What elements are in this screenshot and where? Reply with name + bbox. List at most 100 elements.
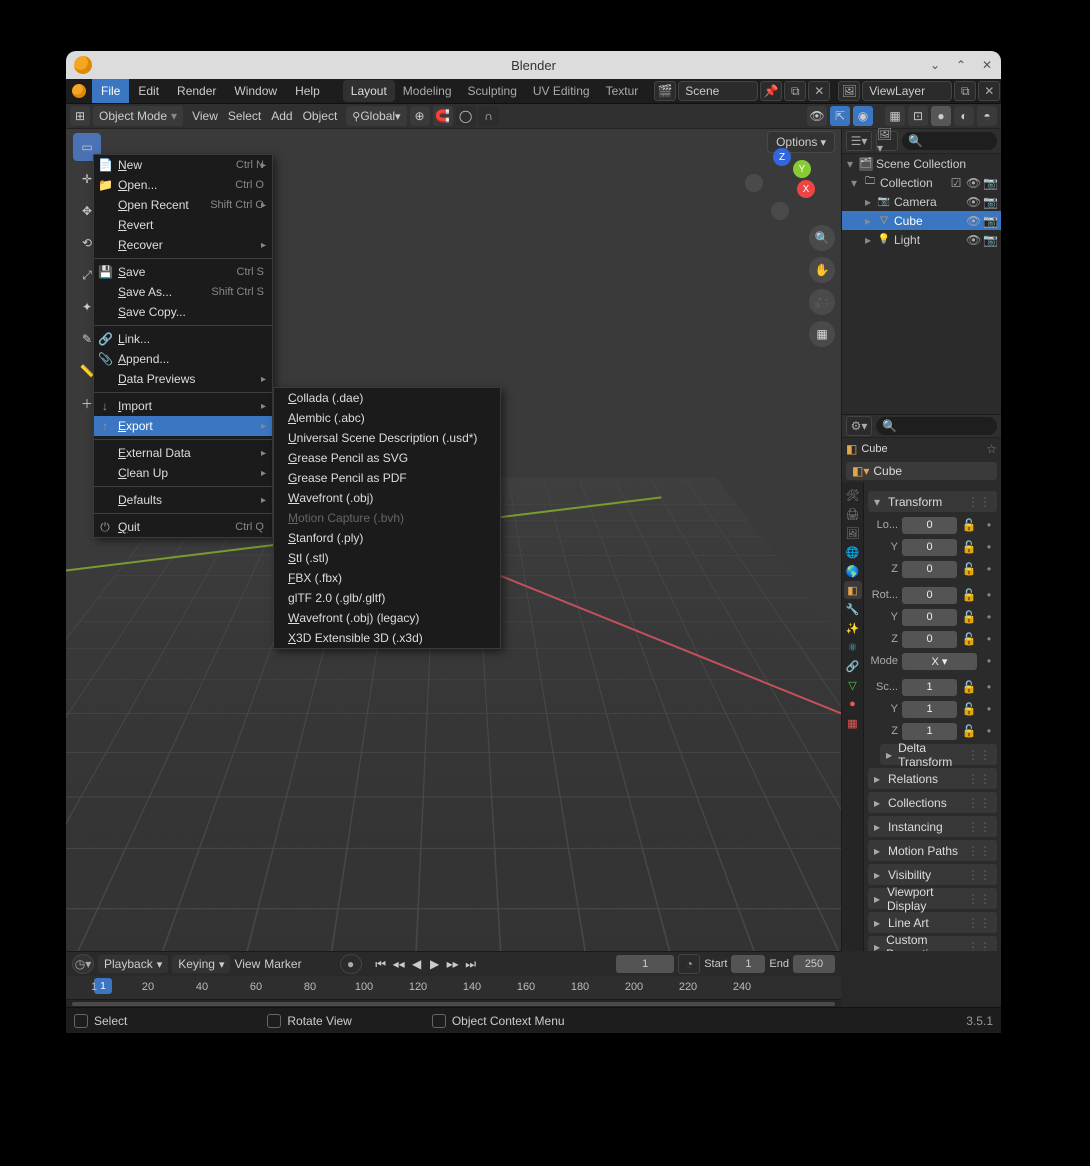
- panel-viewport-display[interactable]: ▸Viewport Display⋮⋮: [868, 888, 997, 909]
- panel-relations[interactable]: ▸Relations⋮⋮: [868, 768, 997, 789]
- current-frame[interactable]: 1: [616, 955, 674, 973]
- export-collada-dae-[interactable]: Collada (.dae): [274, 388, 500, 408]
- timeline-scrollbar[interactable]: [66, 999, 841, 1007]
- num-field[interactable]: 1: [902, 679, 957, 696]
- header-menu-object[interactable]: Object: [303, 109, 338, 123]
- properties-search[interactable]: 🔍: [876, 417, 997, 435]
- tab-textur[interactable]: Textur: [598, 80, 647, 102]
- pan-icon[interactable]: ✋: [809, 257, 835, 283]
- scene-name-field[interactable]: Scene: [678, 81, 758, 101]
- playback-menu[interactable]: Playback ▾: [98, 955, 168, 973]
- panel-delta-transform[interactable]: ▸Delta Transform⋮⋮: [880, 744, 997, 765]
- tab-modifiers[interactable]: 🔧: [844, 600, 862, 618]
- file-menu-clean-up[interactable]: Clean Up▸: [94, 463, 272, 483]
- panel-line-art[interactable]: ▸Line Art⋮⋮: [868, 912, 997, 933]
- file-menu-data-previews[interactable]: Data Previews▸: [94, 369, 272, 389]
- delete-scene-icon[interactable]: ✕: [808, 81, 830, 101]
- play-icon[interactable]: ▶: [426, 955, 444, 973]
- view-menu[interactable]: View: [234, 957, 260, 971]
- tab-world[interactable]: 🌎: [844, 562, 862, 580]
- export-fbx-fbx-[interactable]: FBX (.fbx): [274, 568, 500, 588]
- delete-viewlayer-icon[interactable]: ✕: [978, 81, 1000, 101]
- export-stl-stl-[interactable]: Stl (.stl): [274, 548, 500, 568]
- tab-data[interactable]: ▽: [844, 676, 862, 694]
- num-field[interactable]: 0: [902, 539, 957, 556]
- num-field[interactable]: 0: [902, 609, 957, 626]
- outliner-scene-collection[interactable]: ▾🗂 Scene Collection: [842, 154, 1001, 173]
- file-menu-import[interactable]: ↓Import▸: [94, 396, 272, 416]
- num-field[interactable]: 1: [902, 701, 957, 718]
- export-universal-scene-description-usd-[interactable]: Universal Scene Description (.usd*): [274, 428, 500, 448]
- timeline-track[interactable]: 1 120406080100120140160180200220240: [66, 976, 841, 999]
- panel-motion-paths[interactable]: ▸Motion Paths⋮⋮: [868, 840, 997, 861]
- tab-viewlayer[interactable]: 🖼: [844, 524, 862, 542]
- tab-scene[interactable]: 🌐: [844, 543, 862, 561]
- tab-particles[interactable]: ✨: [844, 619, 862, 637]
- mode-dropdown[interactable]: Object Mode ▾: [93, 106, 183, 126]
- file-menu-save-as-[interactable]: Save As...Shift Ctrl S: [94, 282, 272, 302]
- tab-render[interactable]: 🛠: [844, 486, 862, 504]
- file-menu-quit[interactable]: ⏻QuitCtrl Q: [94, 517, 272, 537]
- file-menu-save-copy-[interactable]: Save Copy...: [94, 302, 272, 322]
- overlay-icon[interactable]: ◉: [853, 106, 873, 126]
- export-stanford-ply-[interactable]: Stanford (.ply): [274, 528, 500, 548]
- proportional-icon[interactable]: ◯: [456, 106, 476, 126]
- export-wavefront-obj-legacy-[interactable]: Wavefront (.obj) (legacy): [274, 608, 500, 628]
- end-frame[interactable]: 250: [793, 955, 835, 973]
- rotation-mode[interactable]: X ▾: [902, 653, 977, 670]
- export-grease-pencil-as-pdf[interactable]: Grease Pencil as PDF: [274, 468, 500, 488]
- autokey-icon[interactable]: ●: [340, 954, 362, 974]
- export-x3d-extensible-3d-x3d-[interactable]: X3D Extensible 3D (.x3d): [274, 628, 500, 648]
- viewlayer-name-field[interactable]: ViewLayer: [862, 81, 952, 101]
- editor-type-icon[interactable]: ⊞: [70, 106, 90, 126]
- jump-end-icon[interactable]: ⏭: [462, 955, 480, 973]
- menu-render[interactable]: Render: [168, 79, 225, 103]
- keyframe-next-icon[interactable]: ▸▸: [444, 955, 462, 973]
- perspective-icon[interactable]: ▦: [809, 321, 835, 347]
- nav-gizmo[interactable]: Z Y X: [751, 154, 811, 214]
- file-menu-append-[interactable]: 📎Append...: [94, 349, 272, 369]
- minimize-icon[interactable]: ⌄: [927, 57, 943, 73]
- file-menu-recover[interactable]: Recover▸: [94, 235, 272, 255]
- export-gltf-2-0-glb-gltf-[interactable]: glTF 2.0 (.glb/.gltf): [274, 588, 500, 608]
- outliner-search[interactable]: 🔍: [902, 132, 997, 150]
- num-field[interactable]: 0: [902, 587, 957, 604]
- tab-texture[interactable]: ▦: [844, 714, 862, 732]
- xray-icon[interactable]: ▦: [885, 106, 905, 126]
- header-menu-view[interactable]: View: [192, 109, 218, 123]
- file-menu-export[interactable]: ↑Export▸: [94, 416, 272, 436]
- export-wavefront-obj-[interactable]: Wavefront (.obj): [274, 488, 500, 508]
- keying-menu[interactable]: Keying ▾: [172, 955, 230, 973]
- panel-custom-properties[interactable]: ▸Custom Properties⋮⋮: [868, 936, 997, 951]
- close-icon[interactable]: ✕: [979, 57, 995, 73]
- file-menu-revert[interactable]: Revert: [94, 215, 272, 235]
- num-field[interactable]: 0: [902, 517, 957, 534]
- panel-instancing[interactable]: ▸Instancing⋮⋮: [868, 816, 997, 837]
- scene-browse-icon[interactable]: 🎬: [654, 81, 676, 101]
- marker-menu[interactable]: Marker: [264, 957, 301, 971]
- 3d-viewport[interactable]: Options ▾ Z Y X 🔍 ✋ 🎥 ▦ 📄NewCtrl N▸📁Open…: [66, 129, 841, 951]
- outliner-item-cube[interactable]: ▸▽ Cube👁📷: [842, 211, 1001, 230]
- export-alembic-abc-[interactable]: Alembic (.abc): [274, 408, 500, 428]
- preview-range-icon[interactable]: ◔: [678, 954, 700, 974]
- tab-material[interactable]: ●: [844, 695, 862, 713]
- tab-output[interactable]: 🖨: [844, 505, 862, 523]
- start-frame[interactable]: 1: [731, 955, 765, 973]
- jump-start-icon[interactable]: ⏮: [372, 955, 390, 973]
- num-field[interactable]: 1: [902, 723, 957, 740]
- orientation-dropdown[interactable]: ⚲ Global ▾: [346, 106, 406, 126]
- gizmo-neg[interactable]: [745, 174, 763, 192]
- header-menu-add[interactable]: Add: [271, 109, 292, 123]
- properties-editor-icon[interactable]: ⚙▾: [846, 416, 872, 436]
- file-menu-link-[interactable]: 🔗Link...: [94, 329, 272, 349]
- play-rev-icon[interactable]: ◀: [408, 955, 426, 973]
- blender-icon[interactable]: [66, 79, 92, 103]
- file-menu-defaults[interactable]: Defaults▸: [94, 490, 272, 510]
- outliner-item-light[interactable]: ▸💡 Light👁📷: [842, 230, 1001, 249]
- pin-icon[interactable]: ☆: [986, 442, 997, 456]
- num-field[interactable]: 0: [902, 561, 957, 578]
- keyframe-prev-icon[interactable]: ◂◂: [390, 955, 408, 973]
- rendered-icon[interactable]: ◓: [977, 106, 997, 126]
- viewlayer-icon[interactable]: 🖼: [838, 81, 860, 101]
- datablock-name[interactable]: ◧▾ Cube: [846, 462, 997, 480]
